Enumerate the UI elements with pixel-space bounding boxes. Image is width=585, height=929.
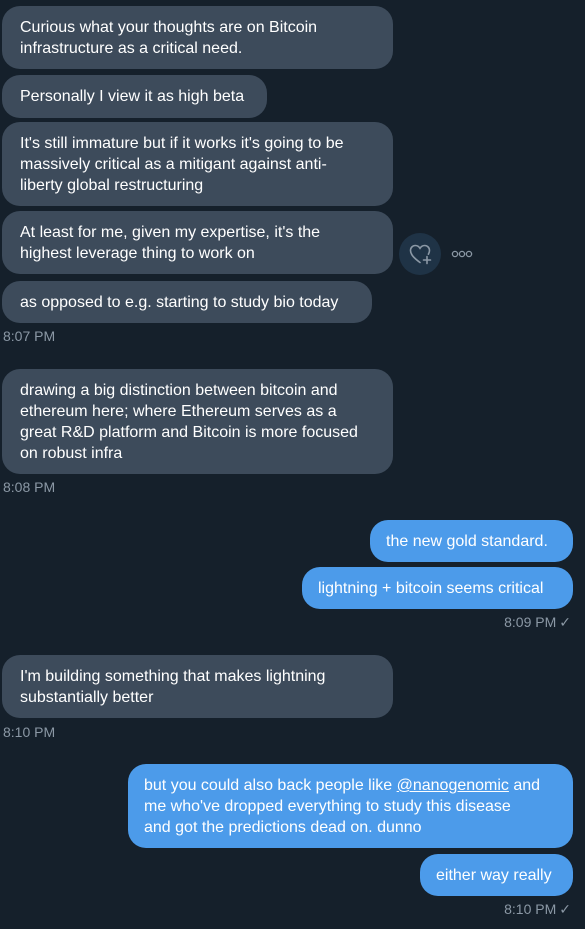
- message-timestamp: 8:10 PM: [3, 724, 56, 740]
- message-text-line: substantially better: [20, 689, 154, 706]
- message-timestamp: 8:09 PM ✓: [504, 614, 571, 630]
- message-text-line: drawing a big distinction between bitcoi…: [20, 382, 338, 399]
- message-text-line: and got the predictions dead on. dunno: [144, 819, 422, 836]
- message-bubble-incoming[interactable]: Personally I view it as high beta: [2, 75, 267, 118]
- message-bubble-incoming[interactable]: I'm building something that makes lightn…: [2, 655, 393, 718]
- message-bubble-incoming[interactable]: At least for me, given my expertise, it'…: [2, 211, 393, 274]
- message-bubble-incoming[interactable]: drawing a big distinction between bitcoi…: [2, 369, 393, 474]
- read-check-icon: ✓: [559, 614, 571, 630]
- add-reaction-button[interactable]: [399, 233, 441, 275]
- message-bubble-incoming[interactable]: Curious what your thoughts are on Bitcoi…: [2, 6, 393, 69]
- message-bubble-outgoing[interactable]: the new gold standard.: [370, 520, 573, 562]
- message-text-line: lightning + bitcoin seems critical: [318, 580, 544, 597]
- more-options-button[interactable]: [449, 241, 475, 267]
- message-text-line: At least for me, given my expertise, it'…: [20, 224, 321, 241]
- message-bubble-incoming[interactable]: It's still immature but if it works it's…: [2, 122, 393, 206]
- message-bubble-outgoing[interactable]: but you could also back people like @nan…: [128, 764, 573, 848]
- read-check-icon: ✓: [559, 901, 571, 917]
- message-text-line: massively critical as a mitigant against…: [20, 156, 327, 173]
- message-text-line: me who've dropped everything to study th…: [144, 798, 511, 815]
- more-options-icon: [451, 250, 473, 258]
- message-bubble-incoming[interactable]: as opposed to e.g. starting to study bio…: [2, 281, 372, 323]
- timestamp-text: 8:10 PM: [504, 901, 557, 917]
- message-text-line: the new gold standard.: [386, 533, 548, 550]
- message-text-line: Personally I view it as high beta: [20, 88, 245, 105]
- timestamp-text: 8:09 PM: [504, 614, 557, 630]
- message-timestamp: 8:07 PM: [3, 328, 56, 344]
- message-text-segment: and: [508, 777, 541, 794]
- message-text-line: liberty global restructuring: [20, 177, 204, 194]
- message-bubble-outgoing[interactable]: either way really: [420, 854, 573, 896]
- message-text-line: but you could also back people like @nan…: [144, 775, 557, 796]
- message-text-line: It's still immature but if it works it's…: [20, 135, 344, 152]
- message-text-line: I'm building something that makes lightn…: [20, 668, 326, 685]
- message-text-line: infrastructure as a critical need.: [20, 40, 243, 57]
- message-text-line: on robust infra: [20, 445, 123, 462]
- heart-plus-icon: [409, 244, 432, 265]
- message-text-segment: but you could also back people like: [144, 777, 397, 794]
- message-text-line: ethereum here; where Ethereum serves as …: [20, 403, 337, 420]
- message-text-line: either way really: [436, 867, 552, 884]
- message-timestamp: 8:10 PM ✓: [504, 901, 571, 917]
- message-text-line: Curious what your thoughts are on Bitcoi…: [20, 19, 318, 36]
- message-text-line: highest leverage thing to work on: [20, 245, 255, 262]
- message-text-line: great R&D platform and Bitcoin is more f…: [20, 424, 358, 441]
- message-text-line: as opposed to e.g. starting to study bio…: [20, 294, 339, 311]
- message-bubble-outgoing[interactable]: lightning + bitcoin seems critical: [302, 567, 573, 609]
- mention-link[interactable]: @nanogenomic: [397, 777, 509, 794]
- message-timestamp: 8:08 PM: [3, 479, 56, 495]
